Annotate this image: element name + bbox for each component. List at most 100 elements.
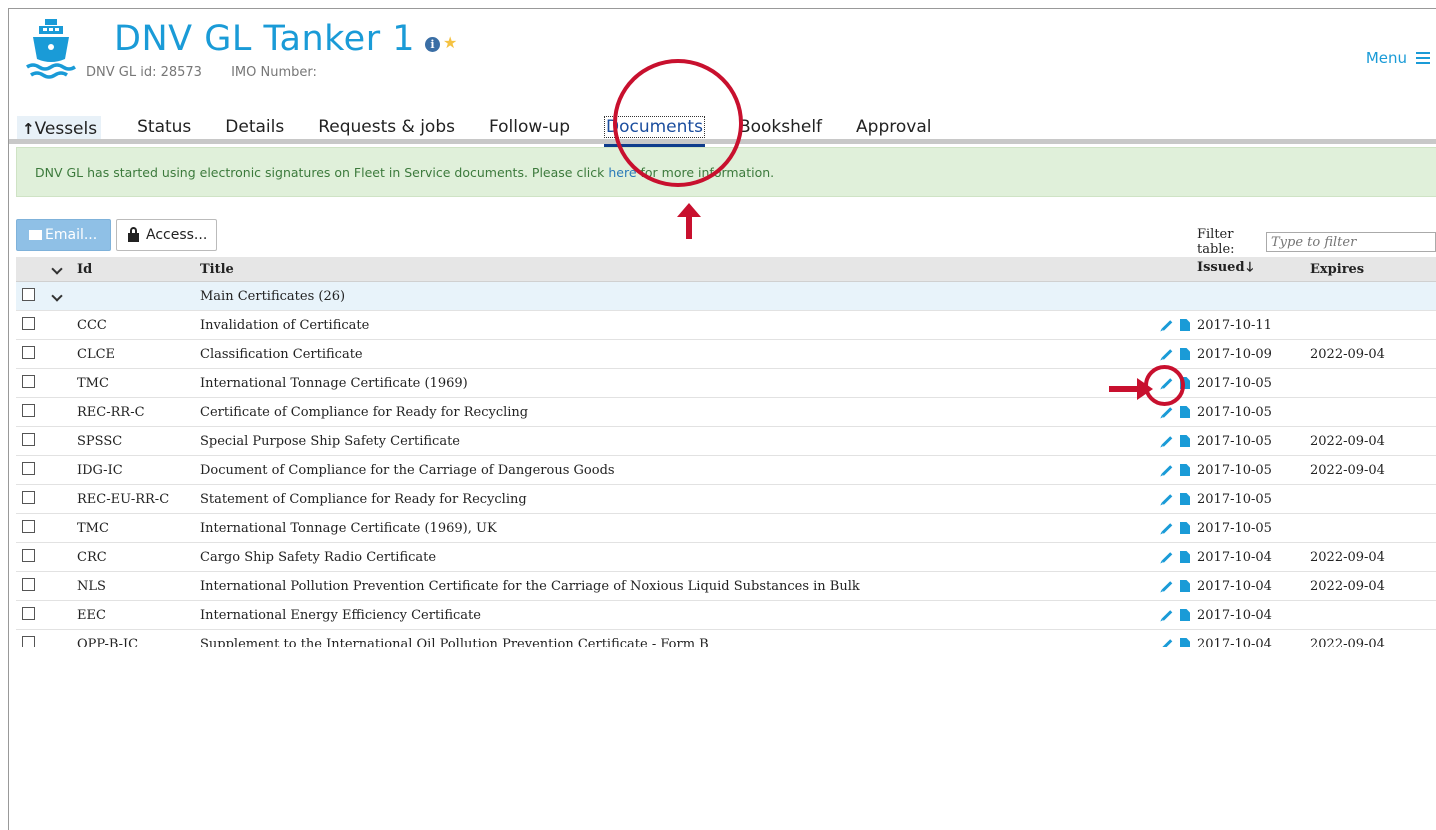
column-expires[interactable]: Expires <box>1310 262 1420 277</box>
edit-icon[interactable] <box>1161 609 1173 621</box>
row-title[interactable]: Supplement to the International Oil Poll… <box>200 637 1133 648</box>
table-row[interactable]: REC-RR-C Certificate of Compliance for Re… <box>16 398 1436 427</box>
document-icon[interactable] <box>1180 464 1190 476</box>
row-issued: 2017-10-04 <box>1197 578 1272 594</box>
tab-follow-up[interactable]: Follow-up <box>489 117 570 141</box>
row-checkbox[interactable] <box>22 519 35 533</box>
table-row[interactable]: TMC International Tonnage Certificate (19… <box>16 369 1436 398</box>
document-icon[interactable] <box>1180 580 1190 592</box>
table-row[interactable]: CLCE Classification Certificate 2017-10-09… <box>16 340 1436 369</box>
info-icon[interactable]: i <box>425 36 441 52</box>
document-icon[interactable] <box>1180 493 1190 505</box>
table-row[interactable]: CRC Cargo Ship Safety Radio Certificate 20… <box>16 543 1436 572</box>
row-expires: 2022-09-04 <box>1310 346 1385 362</box>
row-checkbox[interactable] <box>22 345 35 359</box>
tab-approval[interactable]: Approval <box>856 117 931 141</box>
table-row[interactable]: EEC International Energy Efficiency Certi… <box>16 601 1436 630</box>
document-icon[interactable] <box>1180 319 1190 331</box>
row-id: REC-EU-RR-C <box>77 491 170 507</box>
row-checkbox[interactable] <box>22 403 35 417</box>
row-checkbox[interactable] <box>22 548 35 562</box>
table-row[interactable]: REC-EU-RR-C Statement of Compliance for R… <box>16 485 1436 514</box>
row-issued: 2017-10-11 <box>1197 317 1272 333</box>
document-icon[interactable] <box>1180 551 1190 563</box>
row-checkbox[interactable] <box>22 606 35 620</box>
row-title[interactable]: Classification Certificate <box>200 347 1133 362</box>
document-icon[interactable] <box>1180 609 1190 621</box>
group-row[interactable]: Main Certificates (26) <box>16 282 1436 311</box>
tab-bookshelf[interactable]: Bookshelf <box>739 117 822 141</box>
table-row[interactable]: IDG-IC Document of Compliance for the Car… <box>16 456 1436 485</box>
vessel-name: DNV GL Tanker 1 <box>114 19 416 59</box>
document-icon[interactable] <box>1180 522 1190 534</box>
row-title[interactable]: International Tonnage Certificate (1969)… <box>200 521 1133 536</box>
access-label: Access... <box>146 227 208 243</box>
document-icon[interactable] <box>1180 348 1190 360</box>
chevron-down-icon[interactable] <box>51 262 63 275</box>
row-id: CLCE <box>77 346 116 362</box>
tab-requests-jobs[interactable]: Requests & jobs <box>318 117 455 141</box>
row-checkbox[interactable] <box>22 432 35 446</box>
tab-label: Approval <box>856 117 932 137</box>
edit-icon[interactable] <box>1161 348 1173 360</box>
star-icon[interactable]: ★ <box>443 33 457 53</box>
row-title[interactable]: Certificate of Compliance for Ready for … <box>200 405 1133 420</box>
table-row[interactable]: SPSSC Special Purpose Ship Safety Certifi… <box>16 427 1436 456</box>
access-button[interactable]: Access... <box>116 219 217 251</box>
filter-input[interactable] <box>1266 232 1436 252</box>
row-title[interactable]: Cargo Ship Safety Radio Certificate <box>200 550 1133 565</box>
row-checkbox[interactable] <box>22 490 35 504</box>
app-frame: DNV GL Tanker 1 i ★ DNV GL id: 28573 IMO… <box>8 8 1436 830</box>
row-title[interactable]: Document of Compliance for the Carriage … <box>200 463 1133 478</box>
row-title[interactable]: International Energy Efficiency Certific… <box>200 608 1133 623</box>
edit-icon[interactable] <box>1161 493 1173 505</box>
row-issued: 2017-10-05 <box>1197 491 1272 507</box>
tab-label: Bookshelf <box>738 117 823 137</box>
document-icon[interactable] <box>1180 406 1190 418</box>
row-expires: 2022-09-04 <box>1310 636 1385 648</box>
row-title[interactable]: International Tonnage Certificate (1969) <box>200 376 1133 391</box>
menu-button[interactable]: Menu <box>1366 49 1430 67</box>
table-row[interactable]: TMC International Tonnage Certificate (19… <box>16 514 1436 543</box>
document-icon[interactable] <box>1180 638 1190 647</box>
edit-icon[interactable] <box>1161 551 1173 563</box>
row-title[interactable]: Invalidation of Certificate <box>200 318 1133 333</box>
tab-details[interactable]: Details <box>225 117 284 141</box>
table-row[interactable]: NLS International Pollution Prevention Ce… <box>16 572 1436 601</box>
tab-label: Requests & jobs <box>318 117 455 137</box>
column-title[interactable]: Title <box>200 262 1133 277</box>
tab-status[interactable]: Status <box>137 117 191 141</box>
table-row[interactable]: CCC Invalidation of Certificate 2017-10-11 <box>16 311 1436 340</box>
chevron-down-icon[interactable] <box>51 289 63 302</box>
column-id[interactable]: Id <box>71 262 200 277</box>
edit-icon[interactable] <box>1161 522 1173 534</box>
row-checkbox[interactable] <box>22 577 35 591</box>
row-checkbox[interactable] <box>22 316 35 330</box>
tab-vessels[interactable]: ↑Vessels <box>17 116 102 141</box>
row-id: OPP-B-IC <box>77 636 139 648</box>
row-id: REC-RR-C <box>77 404 145 420</box>
row-title[interactable]: Statement of Compliance for Ready for Re… <box>200 492 1133 507</box>
row-issued: 2017-10-04 <box>1197 607 1272 623</box>
row-checkbox[interactable] <box>22 374 35 388</box>
row-title[interactable]: International Pollution Prevention Certi… <box>200 579 1133 594</box>
row-expires: 2022-09-04 <box>1310 462 1385 478</box>
email-button[interactable]: Email... <box>16 219 111 251</box>
hamburger-icon <box>1416 52 1430 64</box>
edit-icon[interactable] <box>1161 638 1173 647</box>
envelope-icon <box>29 230 42 240</box>
edit-icon[interactable] <box>1161 406 1173 418</box>
row-issued: 2017-10-05 <box>1197 375 1272 391</box>
table-row[interactable]: OPP-B-IC Supplement to the International … <box>16 630 1436 647</box>
group-checkbox[interactable] <box>22 287 35 301</box>
row-title[interactable]: Special Purpose Ship Safety Certificate <box>200 434 1133 449</box>
edit-icon[interactable] <box>1161 580 1173 592</box>
arrow-up-icon: ↑ <box>22 120 35 138</box>
row-checkbox[interactable] <box>22 635 35 647</box>
edit-icon[interactable] <box>1161 464 1173 476</box>
edit-icon[interactable] <box>1161 319 1173 331</box>
edit-icon[interactable] <box>1161 435 1173 447</box>
document-icon[interactable] <box>1180 435 1190 447</box>
row-checkbox[interactable] <box>22 461 35 475</box>
column-issued[interactable]: Issued 🡓 <box>1193 258 1310 280</box>
